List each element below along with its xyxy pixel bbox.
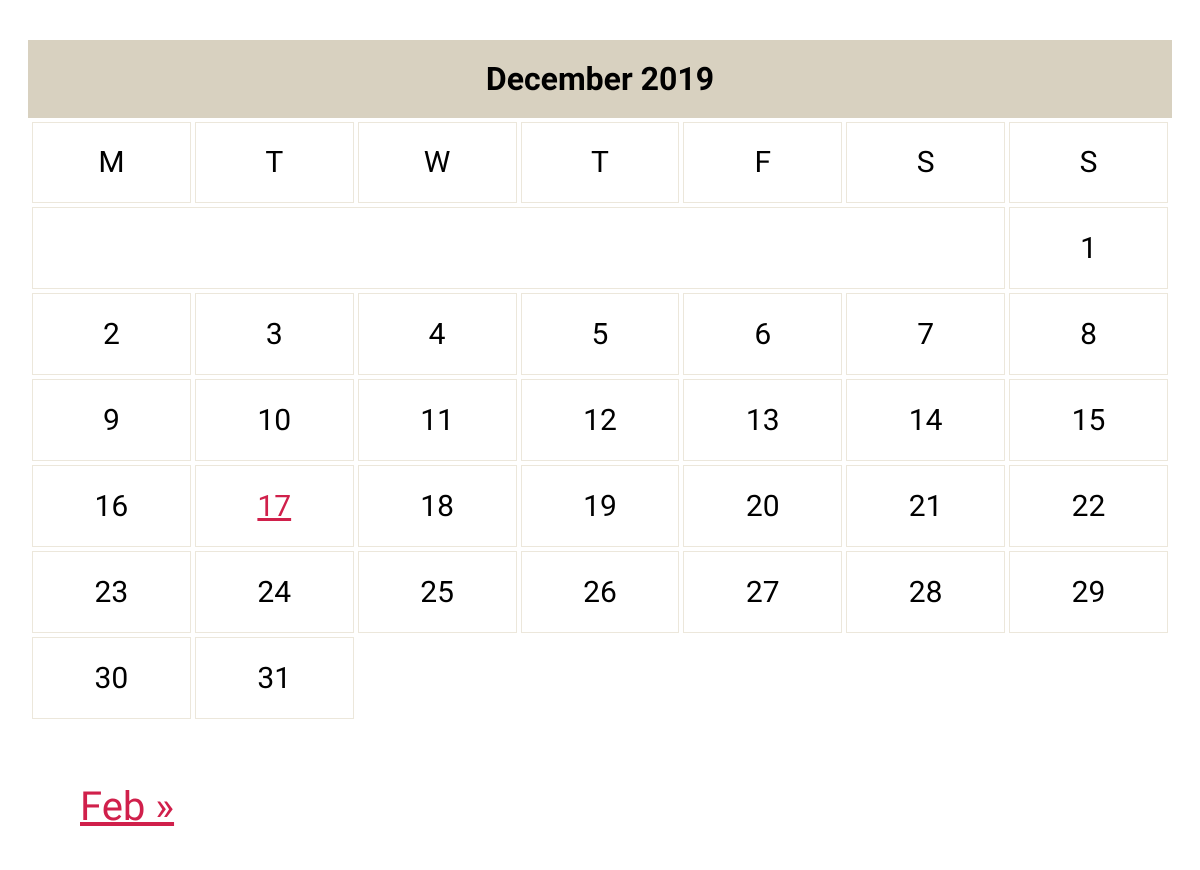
calendar-day-cell: 19 — [521, 465, 680, 547]
calendar-day-cell: 22 — [1009, 465, 1168, 547]
calendar-weekday-row: MTWTFSS — [32, 122, 1168, 203]
calendar-title: December 2019 — [28, 40, 1172, 118]
calendar-day-cell: 8 — [1009, 293, 1168, 375]
calendar-day-cell: 24 — [195, 551, 354, 633]
calendar-day-cell: 21 — [846, 465, 1005, 547]
calendar-week-row: 23242526272829 — [32, 551, 1168, 633]
calendar-day-cell: 4 — [358, 293, 517, 375]
weekday-header: S — [1009, 122, 1168, 203]
next-month-link[interactable]: Feb » — [80, 783, 174, 830]
calendar-day-cell: 13 — [683, 379, 842, 461]
calendar-week-row: 16 17 1819202122 — [32, 465, 1168, 547]
calendar-day-cell: 15 — [1009, 379, 1168, 461]
calendar-day-cell: 12 — [521, 379, 680, 461]
calendar-day-cell: 18 — [358, 465, 517, 547]
calendar-empty-cell — [358, 637, 1168, 719]
calendar-day-cell: 14 — [846, 379, 1005, 461]
calendar-day-cell: 2 — [32, 293, 191, 375]
calendar-day-cell: 31 — [195, 637, 354, 719]
calendar-day-cell: 16 — [32, 465, 191, 547]
calendar-table: December 2019 MTWTFSS 123456789101112131… — [28, 40, 1172, 723]
weekday-header: M — [32, 122, 191, 203]
calendar-week-row: 9101112131415 — [32, 379, 1168, 461]
calendar-day-cell: 28 — [846, 551, 1005, 633]
calendar-day-cell: 25 — [358, 551, 517, 633]
calendar-day-cell: 29 — [1009, 551, 1168, 633]
calendar-day-cell: 23 — [32, 551, 191, 633]
weekday-header: W — [358, 122, 517, 203]
calendar-day-cell: 27 — [683, 551, 842, 633]
calendar-day-cell: 30 — [32, 637, 191, 719]
weekday-header: F — [683, 122, 842, 203]
weekday-header: S — [846, 122, 1005, 203]
calendar-day-cell: 5 — [521, 293, 680, 375]
calendar-day-link[interactable]: 17 — [257, 489, 291, 524]
calendar-day-cell: 17 — [195, 465, 354, 547]
calendar-week-row: 3031 — [32, 637, 1168, 719]
calendar-week-row: 1 — [32, 207, 1168, 289]
calendar-day-cell: 3 — [195, 293, 354, 375]
calendar-day-cell: 6 — [683, 293, 842, 375]
calendar-day-cell: 20 — [683, 465, 842, 547]
calendar-day-cell: 9 — [32, 379, 191, 461]
calendar-day-cell: 10 — [195, 379, 354, 461]
weekday-header: T — [521, 122, 680, 203]
calendar-week-row: 2345678 — [32, 293, 1168, 375]
calendar-day-cell: 11 — [358, 379, 517, 461]
calendar-nav: Feb » — [28, 783, 1172, 830]
calendar-empty-cell — [32, 207, 1005, 289]
weekday-header: T — [195, 122, 354, 203]
calendar-day-cell: 7 — [846, 293, 1005, 375]
calendar-day-cell: 1 — [1009, 207, 1168, 289]
calendar-day-cell: 26 — [521, 551, 680, 633]
